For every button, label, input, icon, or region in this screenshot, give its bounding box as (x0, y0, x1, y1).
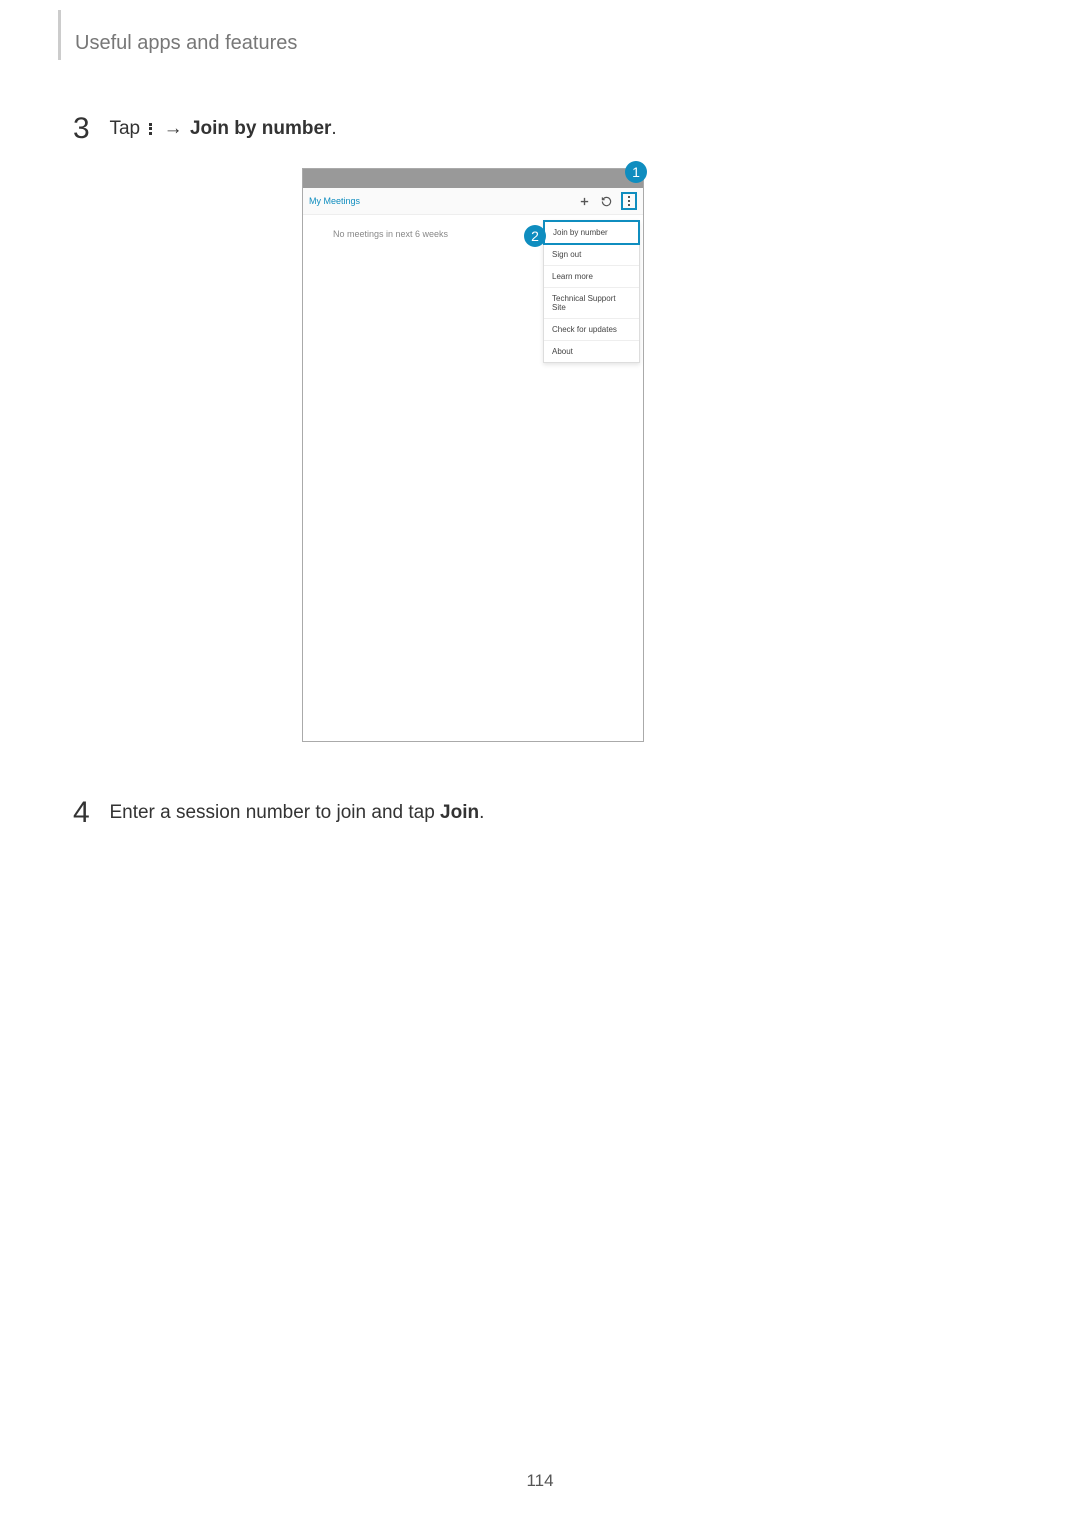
step-4-bold: Join (440, 802, 479, 823)
more-options-dots-icon (628, 196, 631, 207)
add-icon[interactable] (577, 194, 591, 208)
step-number-4: 4 (73, 796, 105, 830)
step-3: 3 Tap → Join by number. (73, 112, 337, 146)
step-3-bold: Join by number (190, 118, 331, 139)
toolbar-icons (577, 192, 637, 210)
callout-badge-2: 2 (524, 225, 546, 247)
step-4: 4 Enter a session number to join and tap… (73, 796, 484, 830)
dropdown-sign-out[interactable]: Sign out (544, 244, 639, 266)
step-number-3: 3 (73, 112, 105, 146)
dropdown-menu: Join by number Sign out Learn more Techn… (543, 220, 640, 363)
dropdown-join-by-number[interactable]: Join by number (543, 220, 640, 245)
dropdown-learn-more[interactable]: Learn more (544, 266, 639, 288)
more-options-button[interactable] (621, 192, 637, 210)
device-body: No meetings in next 6 weeks 2 Join by nu… (303, 215, 643, 741)
section-title: Useful apps and features (75, 32, 297, 55)
step-4-period: . (479, 802, 484, 823)
refresh-icon[interactable] (599, 194, 613, 208)
no-meetings-label: No meetings in next 6 weeks (333, 229, 448, 239)
device-toolbar: My Meetings (303, 188, 643, 215)
more-options-icon (148, 118, 153, 140)
step-3-prefix: Tap (109, 118, 145, 139)
page-number: 114 (526, 1471, 553, 1491)
callout-badge-1: 1 (625, 161, 647, 183)
step-4-text: Enter a session number to join and tap J… (109, 802, 484, 824)
dropdown-about[interactable]: About (544, 341, 639, 362)
dropdown-check-updates[interactable]: Check for updates (544, 319, 639, 341)
step-4-prefix: Enter a session number to join and tap (109, 802, 440, 823)
arrow-icon: → (164, 118, 183, 140)
device-statusbar: 1 (303, 169, 643, 188)
toolbar-title: My Meetings (309, 196, 360, 206)
device-screenshot: 1 My Meetings No meetings in next 6 week… (302, 168, 644, 742)
step-3-period: . (331, 118, 336, 139)
step-3-text: Tap → Join by number. (109, 118, 336, 140)
dropdown-tech-support[interactable]: Technical Support Site (544, 288, 639, 319)
section-header-rule (58, 10, 61, 60)
